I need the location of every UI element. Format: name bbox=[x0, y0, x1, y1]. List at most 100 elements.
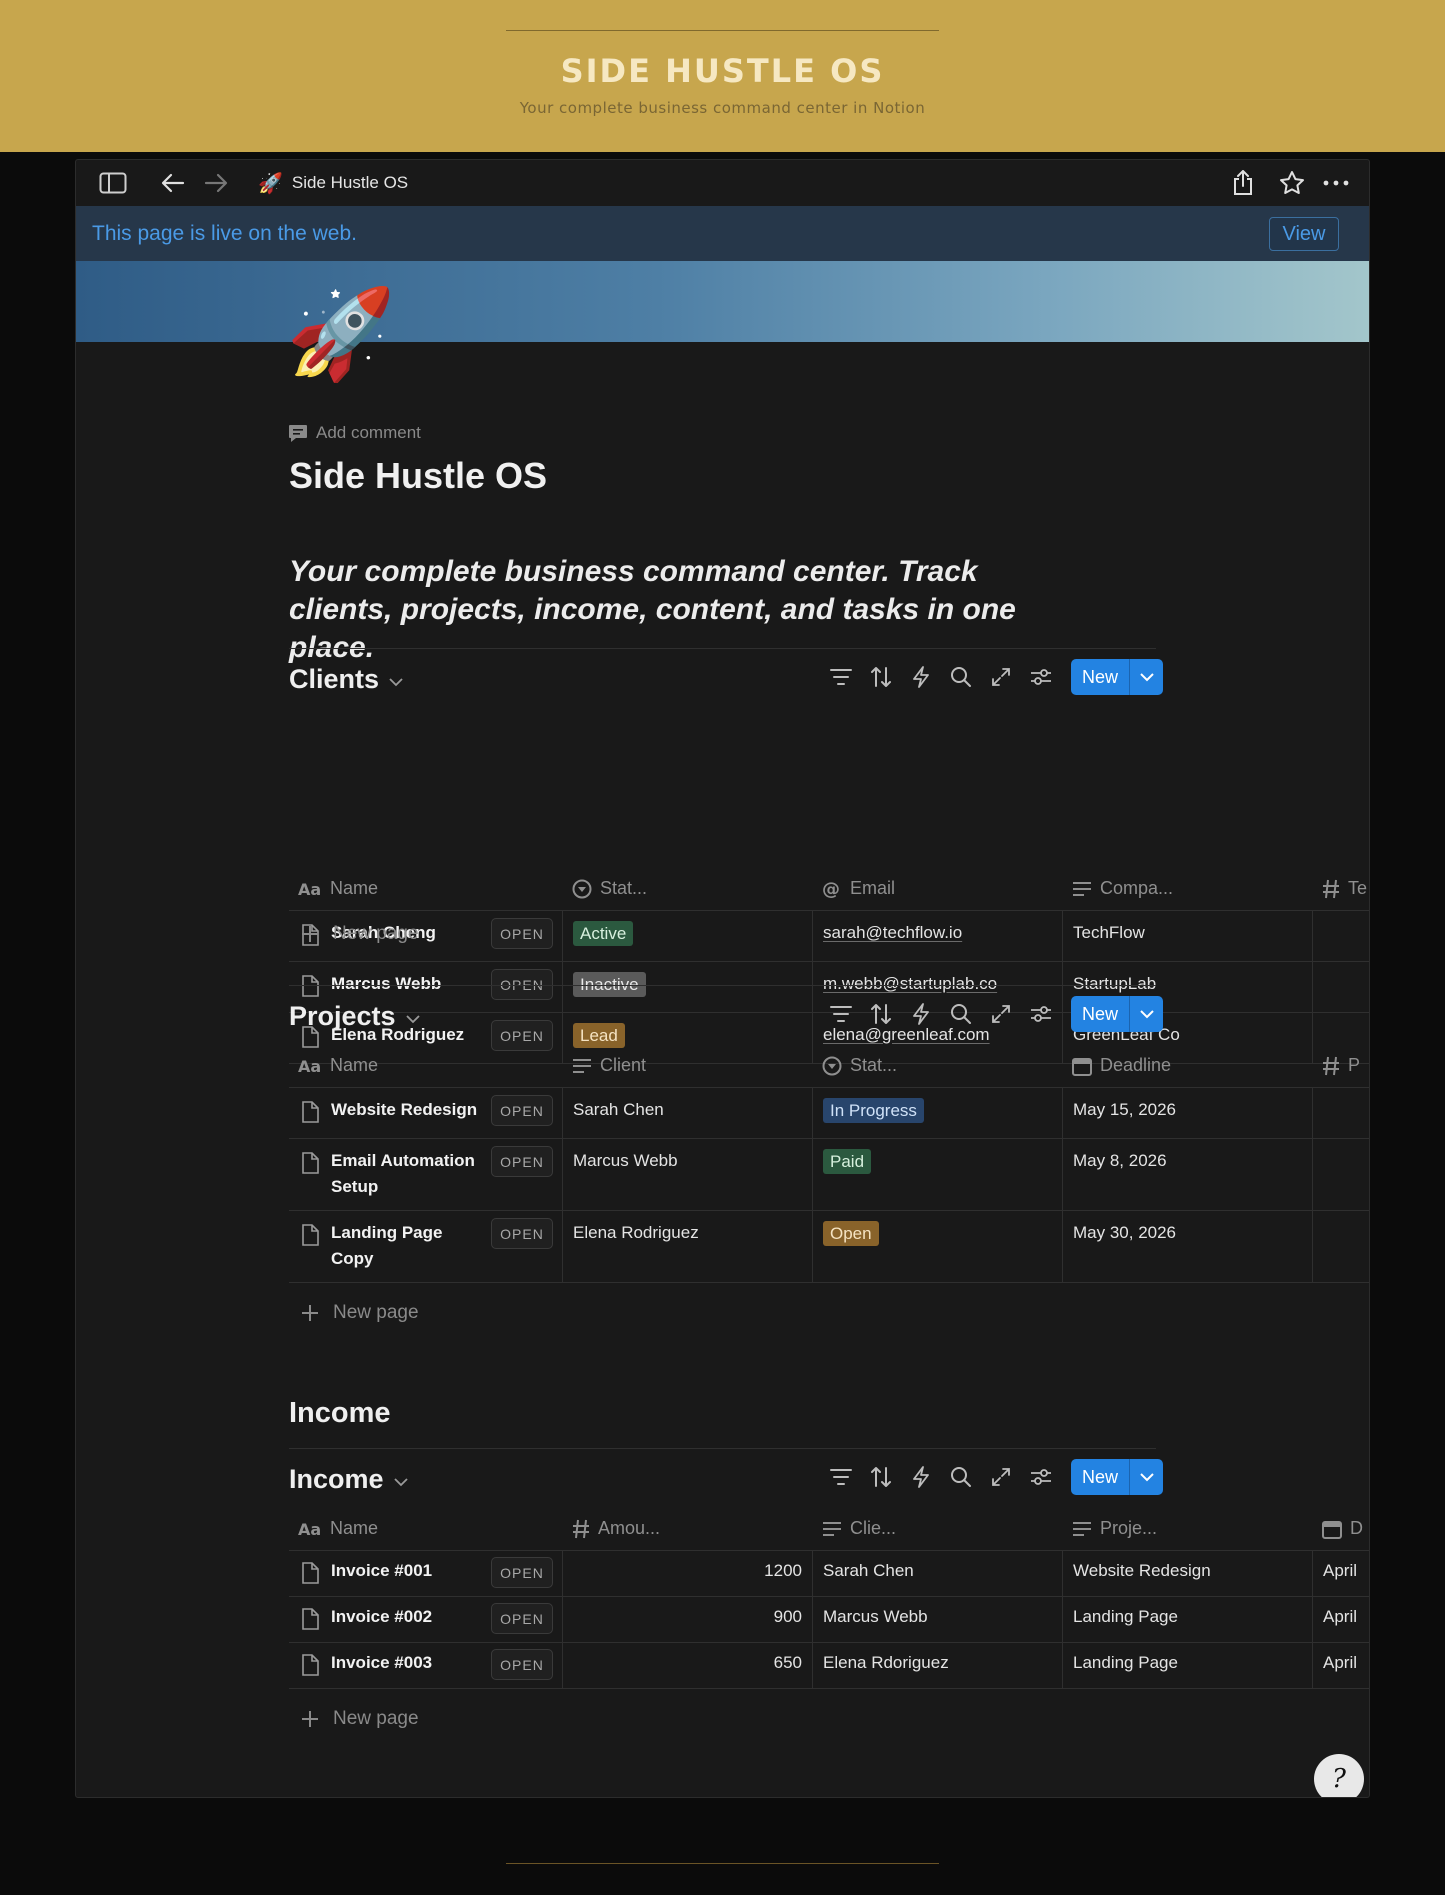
expand-icon[interactable] bbox=[981, 659, 1021, 695]
view-site-button[interactable]: View bbox=[1269, 217, 1339, 251]
column-header-name[interactable]: Aa Name bbox=[289, 1507, 563, 1550]
table-row[interactable]: Website Redesign OPEN Sarah Chen In Prog… bbox=[289, 1088, 1369, 1139]
more-icon[interactable] bbox=[1321, 169, 1351, 197]
email-cell[interactable]: sarah@techflow.io bbox=[813, 911, 1063, 961]
filter-icon[interactable] bbox=[821, 1459, 861, 1495]
new-button-label[interactable]: New bbox=[1071, 659, 1129, 695]
income-db-title[interactable]: Income bbox=[289, 1464, 408, 1495]
column-header-status[interactable]: Stat... bbox=[813, 1044, 1063, 1087]
breadcrumb[interactable]: 🚀 Side Hustle OS bbox=[258, 170, 408, 196]
page-title[interactable]: Side Hustle OS bbox=[289, 455, 547, 497]
amount-cell[interactable]: 1200 bbox=[563, 1551, 813, 1596]
column-header-name[interactable]: Aa Name bbox=[289, 867, 563, 910]
column-header-client[interactable]: Clie... bbox=[813, 1507, 1063, 1550]
new-page-button[interactable]: New page bbox=[289, 1704, 419, 1734]
company-cell[interactable]: TechFlow bbox=[1063, 911, 1313, 961]
open-button[interactable]: OPEN bbox=[491, 1146, 553, 1177]
project-cell[interactable]: Website Redesign bbox=[1063, 1551, 1313, 1596]
sidebar-toggle-icon[interactable] bbox=[98, 169, 128, 197]
automation-bolt-icon[interactable] bbox=[901, 996, 941, 1032]
back-arrow-icon[interactable] bbox=[158, 169, 188, 197]
column-header-truncated[interactable]: P bbox=[1313, 1044, 1369, 1087]
open-button[interactable]: OPEN bbox=[491, 1218, 553, 1249]
new-button-label[interactable]: New bbox=[1071, 1459, 1129, 1495]
column-header-name[interactable]: Aa Name bbox=[289, 1044, 563, 1087]
page-icon[interactable]: 🚀 bbox=[286, 290, 396, 378]
name-cell[interactable]: Invoice #002 OPEN bbox=[289, 1597, 563, 1642]
truncated-cell[interactable] bbox=[1313, 962, 1369, 1012]
column-header-client[interactable]: Client bbox=[563, 1044, 813, 1087]
project-cell[interactable]: Landing Page bbox=[1063, 1643, 1313, 1688]
filter-icon[interactable] bbox=[821, 659, 861, 695]
add-comment-button[interactable]: Add comment bbox=[288, 423, 421, 443]
name-cell[interactable]: Invoice #001 OPEN bbox=[289, 1551, 563, 1596]
column-header-project[interactable]: Proje... bbox=[1063, 1507, 1313, 1550]
sort-icon[interactable] bbox=[861, 996, 901, 1032]
table-row[interactable]: Landing Page Copy OPEN Elena Rodriguez O… bbox=[289, 1211, 1369, 1283]
table-row[interactable]: Email Automation Setup OPEN Marcus Webb … bbox=[289, 1139, 1369, 1211]
settings-sliders-icon[interactable] bbox=[1021, 659, 1061, 695]
column-header-deadline[interactable]: Deadline bbox=[1063, 1044, 1313, 1087]
project-cell[interactable]: Landing Page bbox=[1063, 1597, 1313, 1642]
settings-sliders-icon[interactable] bbox=[1021, 996, 1061, 1032]
new-page-button[interactable]: New page bbox=[289, 1298, 419, 1328]
star-icon[interactable] bbox=[1277, 169, 1307, 197]
date-cell[interactable]: April bbox=[1313, 1597, 1369, 1642]
column-header-status[interactable]: Stat... bbox=[563, 867, 813, 910]
client-cell[interactable]: Elena Rodriguez bbox=[563, 1211, 813, 1282]
column-header-email[interactable]: @ Email bbox=[813, 867, 1063, 910]
automation-bolt-icon[interactable] bbox=[901, 1459, 941, 1495]
share-icon[interactable] bbox=[1228, 169, 1258, 197]
client-cell[interactable]: Sarah Chen bbox=[813, 1551, 1063, 1596]
sort-icon[interactable] bbox=[861, 659, 901, 695]
truncated-cell[interactable] bbox=[1313, 1139, 1369, 1210]
chevron-down-icon[interactable] bbox=[1129, 996, 1163, 1032]
name-cell[interactable]: Landing Page Copy OPEN bbox=[289, 1211, 563, 1282]
open-button[interactable]: OPEN bbox=[491, 918, 553, 949]
search-icon[interactable] bbox=[941, 996, 981, 1032]
new-button-label[interactable]: New bbox=[1071, 996, 1129, 1032]
new-page-button[interactable]: New page bbox=[289, 919, 419, 949]
status-cell[interactable]: In Progress bbox=[813, 1088, 1063, 1138]
name-cell[interactable]: Email Automation Setup OPEN bbox=[289, 1139, 563, 1210]
sort-icon[interactable] bbox=[861, 1459, 901, 1495]
table-row[interactable]: Invoice #003 OPEN 650 Elena Rdoriguez La… bbox=[289, 1643, 1369, 1689]
date-cell[interactable]: April bbox=[1313, 1551, 1369, 1596]
expand-icon[interactable] bbox=[981, 996, 1021, 1032]
chevron-down-icon[interactable] bbox=[1129, 659, 1163, 695]
new-record-button[interactable]: New bbox=[1071, 996, 1163, 1032]
income-section-heading[interactable]: Income bbox=[289, 1397, 391, 1430]
automation-bolt-icon[interactable] bbox=[901, 659, 941, 695]
column-header-company[interactable]: Compa... bbox=[1063, 867, 1313, 910]
open-button[interactable]: OPEN bbox=[491, 1095, 553, 1126]
amount-cell[interactable]: 650 bbox=[563, 1643, 813, 1688]
open-button[interactable]: OPEN bbox=[491, 1557, 553, 1588]
forward-arrow-icon[interactable] bbox=[201, 169, 231, 197]
client-cell[interactable]: Marcus Webb bbox=[563, 1139, 813, 1210]
help-button[interactable]: ? bbox=[1314, 1754, 1364, 1797]
email-link[interactable]: m.webb@startuplab.co bbox=[823, 974, 997, 993]
page-description[interactable]: Your complete business command center. T… bbox=[289, 553, 1089, 667]
truncated-cell[interactable] bbox=[1313, 1211, 1369, 1282]
column-header-date[interactable]: D bbox=[1313, 1507, 1369, 1550]
name-cell[interactable]: Invoice #003 OPEN bbox=[289, 1643, 563, 1688]
client-cell[interactable]: Sarah Chen bbox=[563, 1088, 813, 1138]
deadline-cell[interactable]: May 30, 2026 bbox=[1063, 1211, 1313, 1282]
column-header-truncated[interactable]: Te bbox=[1313, 867, 1369, 910]
amount-cell[interactable]: 900 bbox=[563, 1597, 813, 1642]
email-link[interactable]: sarah@techflow.io bbox=[823, 923, 962, 942]
expand-icon[interactable] bbox=[981, 1459, 1021, 1495]
date-cell[interactable]: April bbox=[1313, 1643, 1369, 1688]
settings-sliders-icon[interactable] bbox=[1021, 1459, 1061, 1495]
table-row[interactable]: Invoice #001 OPEN 1200 Sarah Chen Websit… bbox=[289, 1551, 1369, 1597]
column-header-amount[interactable]: Amou... bbox=[563, 1507, 813, 1550]
projects-db-title[interactable]: Projects bbox=[289, 1001, 420, 1032]
truncated-cell[interactable] bbox=[1313, 911, 1369, 961]
status-cell[interactable]: Inactive bbox=[563, 962, 813, 1012]
client-cell[interactable]: Marcus Webb bbox=[813, 1597, 1063, 1642]
page-cover[interactable] bbox=[76, 261, 1369, 342]
deadline-cell[interactable]: May 8, 2026 bbox=[1063, 1139, 1313, 1210]
search-icon[interactable] bbox=[941, 1459, 981, 1495]
status-cell[interactable]: Open bbox=[813, 1211, 1063, 1282]
open-button[interactable]: OPEN bbox=[491, 1649, 553, 1680]
